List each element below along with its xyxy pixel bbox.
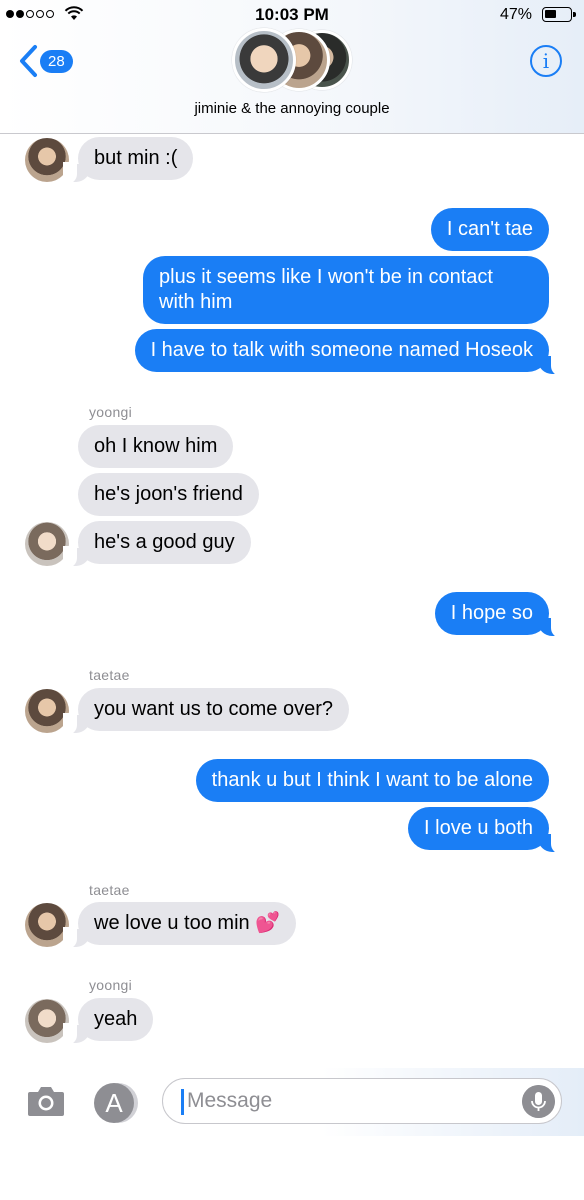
message-bubble-outgoing[interactable]: plus it seems like I won't be in contact… [143, 256, 549, 324]
message-bubble-incoming[interactable]: but min :( [78, 137, 194, 180]
unread-count-badge: 28 [40, 49, 73, 73]
sender-name: yoongi [89, 977, 133, 993]
microphone-icon[interactable] [522, 1085, 555, 1118]
camera-icon[interactable] [26, 1084, 66, 1118]
sender-name: taetae [89, 882, 130, 898]
message-bubble-incoming[interactable]: he's joon's friend [78, 473, 259, 516]
message-bubble-incoming[interactable]: he's a good guy [78, 521, 251, 564]
message-placeholder: Message [187, 1089, 273, 1112]
text-cursor [181, 1089, 184, 1115]
app-store-icon[interactable]: A [94, 1083, 134, 1123]
message-bubble-outgoing[interactable]: I can't tae [430, 208, 549, 251]
message-bubble-outgoing[interactable]: I hope so [434, 592, 549, 635]
sender-name: yoongi [89, 404, 133, 420]
message-bubble-outgoing[interactable]: I have to talk with someone named Hoseok [134, 329, 549, 372]
message-bubble-incoming[interactable]: we love u too min 💕 [78, 902, 297, 945]
conversation-title[interactable]: jiminie & the annoying couple [0, 100, 584, 117]
message-bubble-outgoing[interactable]: I love u both [408, 807, 549, 850]
message-bubble-incoming[interactable]: yeah [78, 998, 154, 1041]
battery-percent: 47% [499, 6, 532, 23]
sender-name: taetae [89, 667, 130, 683]
back-button[interactable]: 28 [18, 44, 73, 78]
battery-icon [542, 7, 576, 22]
group-avatars[interactable] [232, 28, 354, 92]
chevron-left-icon [20, 45, 37, 77]
message-bubble-incoming[interactable]: oh I know him [78, 425, 234, 468]
message-bubble-incoming[interactable]: you want us to come over? [78, 688, 350, 731]
info-button[interactable]: i [530, 45, 562, 77]
message-bubble-outgoing[interactable]: thank u but I think I want to be alone [195, 759, 549, 802]
status-time: 10:03 PM [255, 5, 329, 24]
avatar [232, 28, 296, 92]
